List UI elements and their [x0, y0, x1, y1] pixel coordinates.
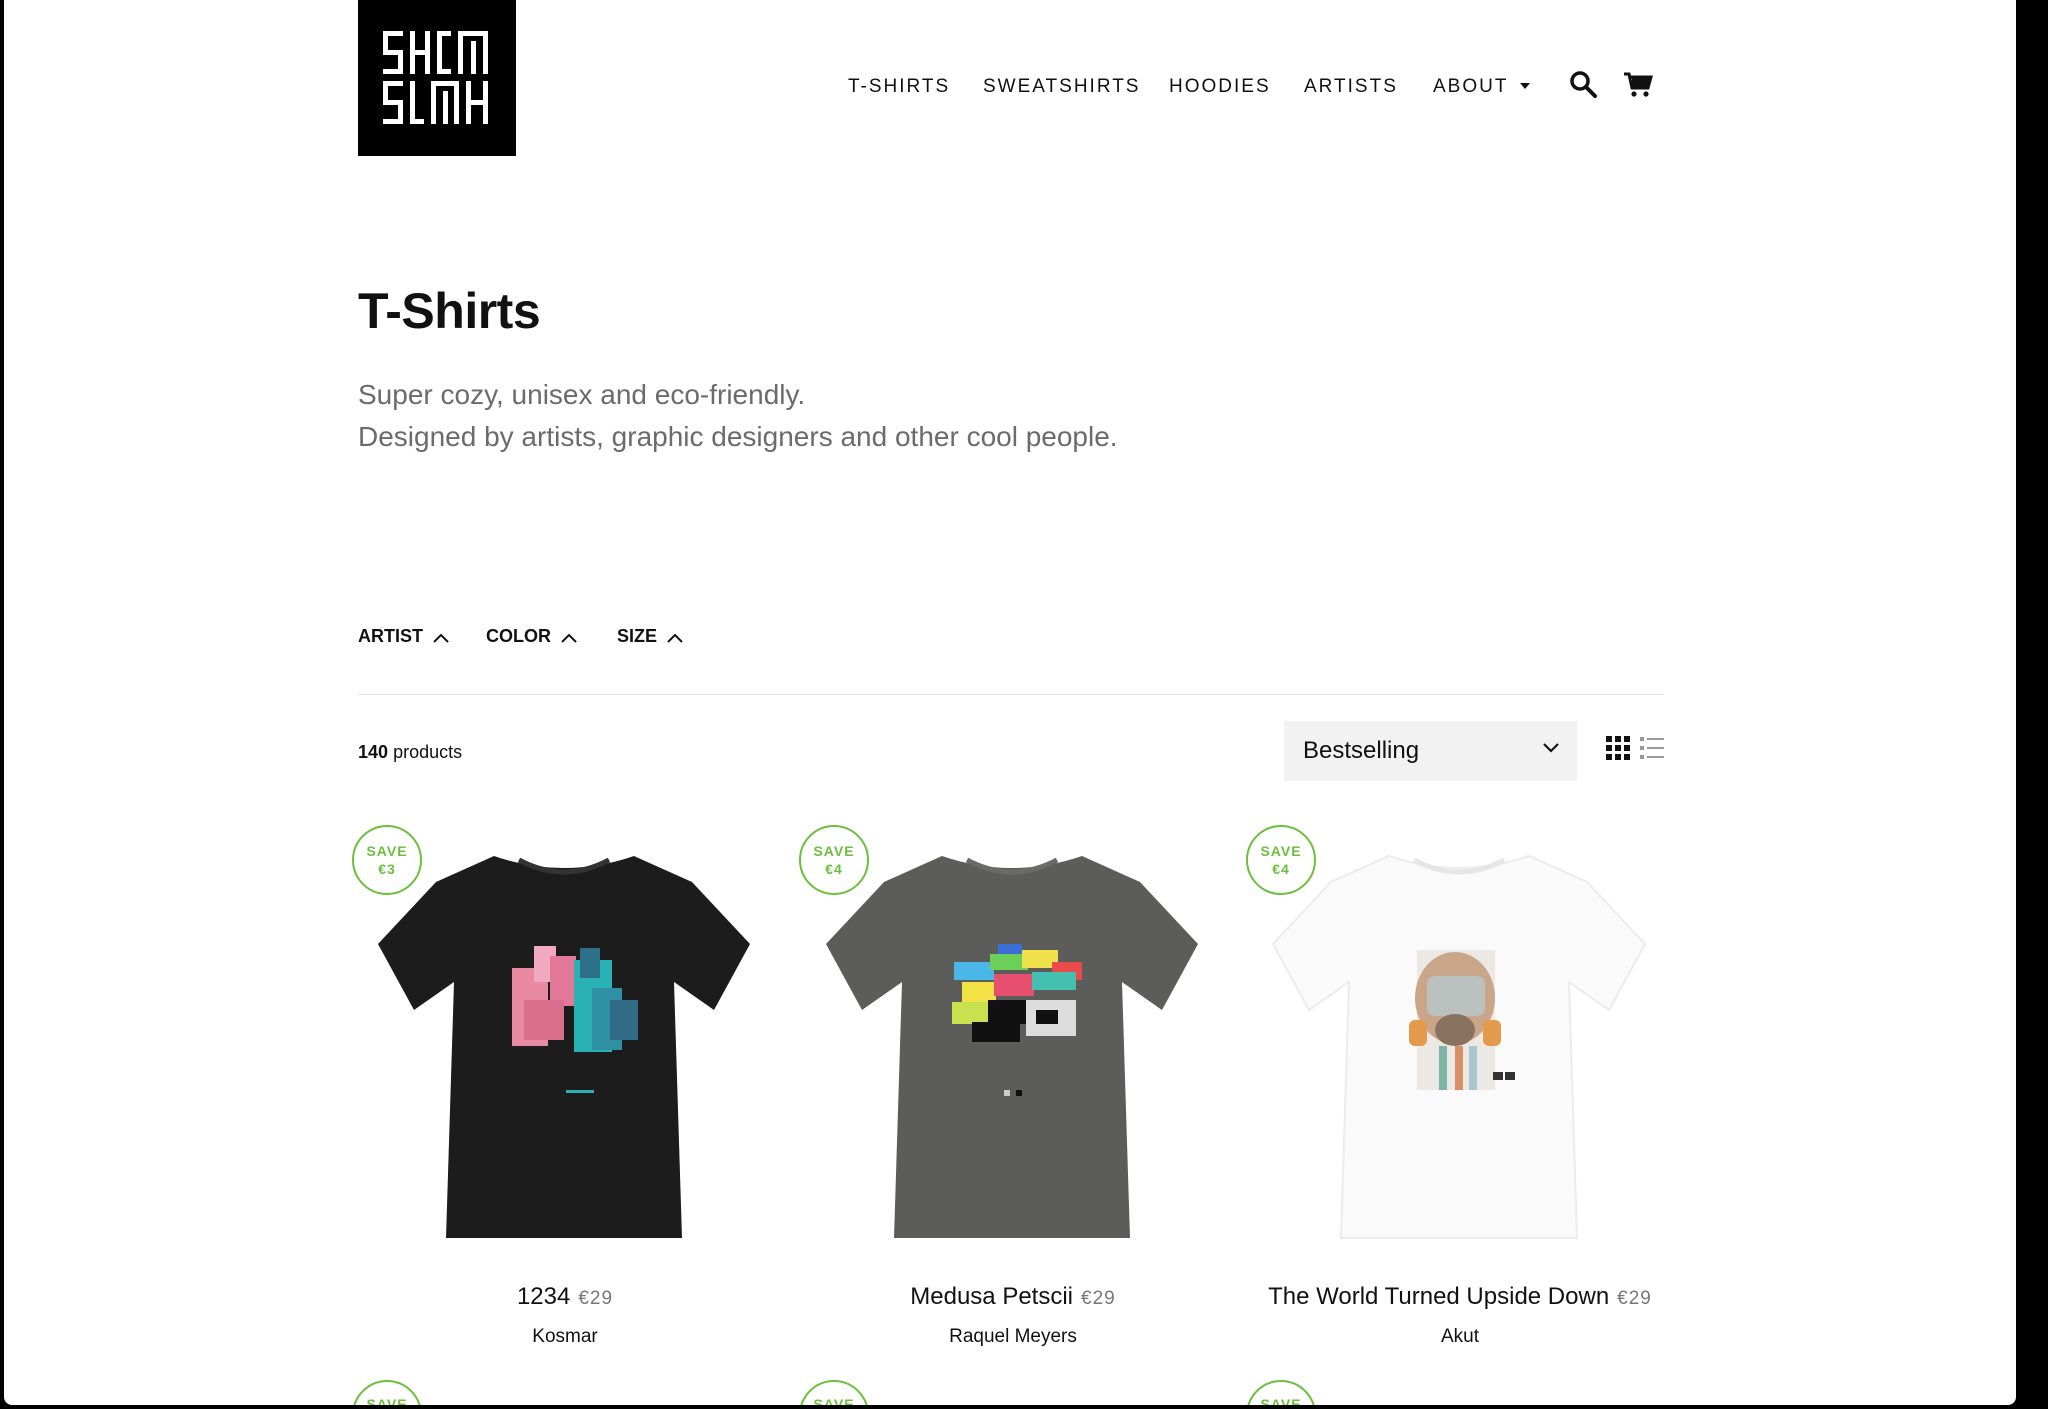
store-logo[interactable]	[358, 0, 516, 156]
filter-size[interactable]: SIZE	[617, 626, 683, 647]
nav-artists[interactable]: ARTISTS	[1304, 76, 1398, 98]
product-artist[interactable]: Akut	[1230, 1326, 1690, 1348]
product-price: €29	[1617, 1288, 1652, 1309]
sort-select[interactable]: Bestselling	[1284, 721, 1577, 781]
sale-badge: SAVE	[1246, 1380, 1316, 1405]
sale-badge: SAVE	[799, 1380, 869, 1405]
tshirt-body	[826, 856, 1198, 1238]
sale-badge-amount: €4	[1272, 861, 1290, 877]
product-count-number: 140	[358, 742, 389, 762]
product-name[interactable]: Medusa Petscii	[910, 1283, 1073, 1310]
sale-badge: SAVE €4	[1246, 825, 1316, 895]
nav-tshirts[interactable]: T-SHIRTS	[848, 76, 950, 98]
description-line-2: Designed by artists, graphic designers a…	[358, 421, 1118, 452]
page: T-SHIRTS SWEATSHIRTS HOODIES ARTISTS ABO…	[4, 0, 2016, 1405]
chevron-down-icon	[1543, 743, 1559, 753]
search-icon[interactable]	[1569, 70, 1597, 103]
product-image-1234[interactable]	[374, 850, 754, 1247]
sale-badge-label: SAVE	[813, 843, 855, 859]
nav-sweatshirts[interactable]: SWEATSHIRTS	[983, 76, 1140, 98]
product-title[interactable]: The World Turned Upside Down €29	[1230, 1283, 1690, 1311]
collection-description: Super cozy, unisex and eco-friendly. Des…	[358, 374, 1118, 458]
list-view-icon[interactable]	[1640, 736, 1664, 765]
sale-badge-label: SAVE	[1260, 843, 1302, 859]
filter-artist[interactable]: ARTIST	[358, 626, 449, 647]
product-count: 140 products	[358, 742, 462, 763]
product-name[interactable]: 1234	[517, 1283, 570, 1310]
page-title: T-Shirts	[358, 283, 541, 339]
chevron-down-icon	[1520, 83, 1531, 89]
filter-color[interactable]: COLOR	[486, 626, 577, 647]
product-price: €29	[1081, 1288, 1116, 1309]
product-artist[interactable]: Raquel Meyers	[783, 1326, 1243, 1348]
chevron-up-icon	[561, 633, 577, 643]
sale-badge-amount: €3	[378, 861, 396, 877]
product-image-the-world-turned-upside-down[interactable]	[1269, 850, 1649, 1247]
product-artist[interactable]: Kosmar	[335, 1326, 795, 1348]
product-title[interactable]: 1234 €29	[335, 1283, 795, 1311]
product-title[interactable]: Medusa Petscii €29	[783, 1283, 1243, 1311]
product-image-medusa-petscii[interactable]	[822, 850, 1202, 1247]
chevron-up-icon	[667, 633, 683, 643]
filter-size-label: SIZE	[617, 626, 658, 646]
cart-icon[interactable]	[1623, 72, 1653, 103]
sale-badge: SAVE €3	[352, 825, 422, 895]
logo-mark	[383, 31, 488, 124]
product-count-suffix: products	[393, 742, 463, 762]
sale-badge-label: SAVE	[366, 843, 408, 859]
product-name[interactable]: The World Turned Upside Down	[1268, 1283, 1609, 1310]
sale-badge: SAVE	[352, 1380, 422, 1405]
filter-color-label: COLOR	[486, 626, 551, 646]
divider	[358, 694, 1664, 695]
filter-artist-label: ARTIST	[358, 626, 423, 646]
description-line-1: Super cozy, unisex and eco-friendly.	[358, 379, 806, 410]
sale-badge: SAVE €4	[799, 825, 869, 895]
nav-hoodies[interactable]: HOODIES	[1169, 76, 1271, 98]
product-price: €29	[578, 1288, 614, 1309]
nav-about-label: ABOUT	[1433, 76, 1509, 97]
grid-view-icon[interactable]	[1606, 736, 1630, 765]
sale-badge-amount: €4	[825, 861, 843, 877]
tshirt-body	[378, 856, 750, 1238]
nav-about[interactable]: ABOUT	[1433, 76, 1531, 98]
sort-selected-value: Bestselling	[1303, 737, 1420, 764]
chevron-up-icon	[433, 633, 449, 643]
